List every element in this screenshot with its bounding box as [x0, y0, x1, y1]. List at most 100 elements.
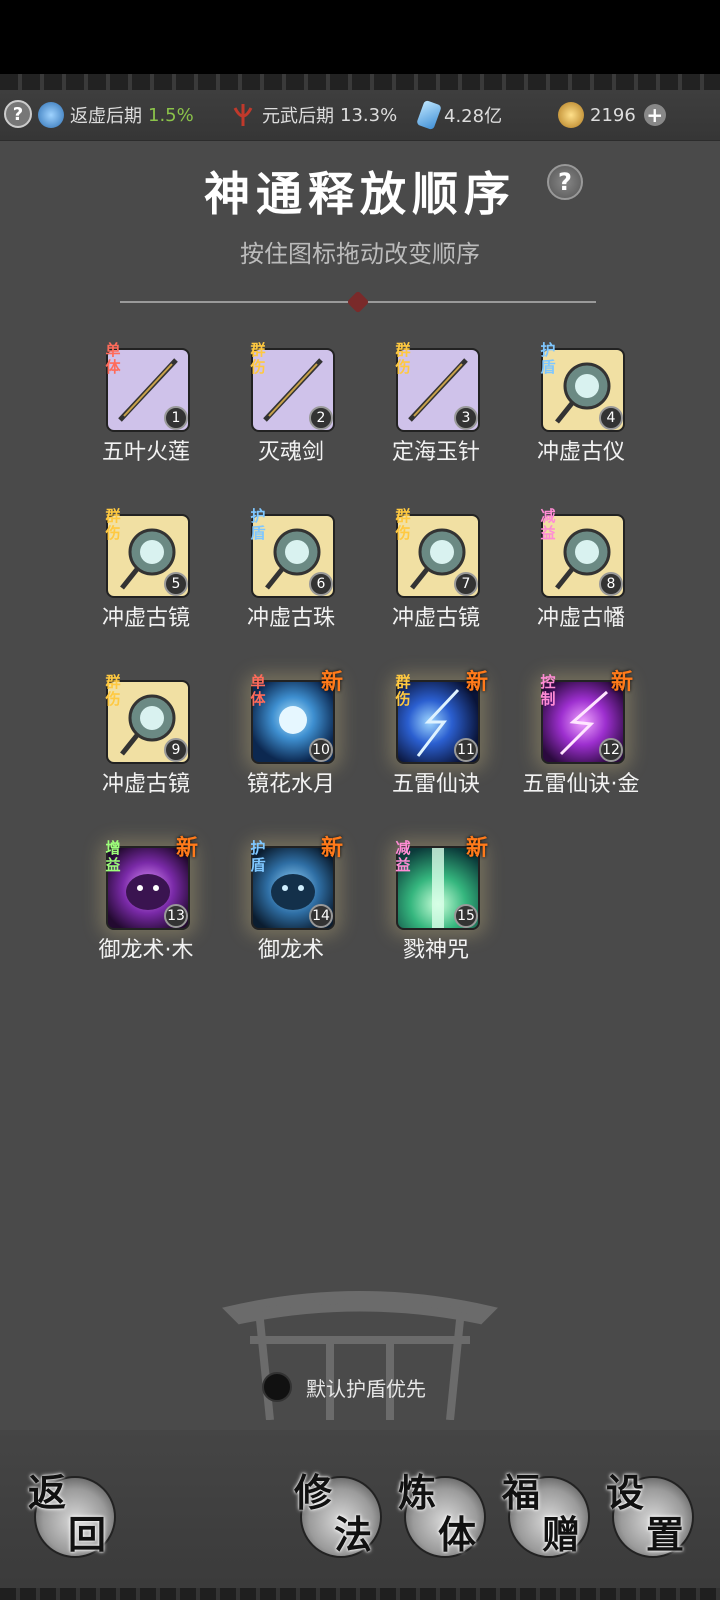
order-number-badge: 13: [164, 904, 188, 928]
skill-type-tag: 群 伤: [250, 341, 266, 376]
skill-type-tag: 减 益: [540, 507, 556, 542]
skill-name: 冲虚古幡: [536, 606, 625, 631]
order-number-badge: 5: [164, 572, 188, 596]
skill-name: 五雷仙诀: [391, 772, 480, 797]
skill-card[interactable]: 单 体 10 新镜花水月: [233, 669, 363, 810]
cultivate-char-2: 法: [334, 1512, 373, 1557]
skill-type-tag: 护 盾: [540, 341, 556, 376]
divider-ornament: [346, 290, 370, 314]
help-icon[interactable]: ?: [4, 100, 32, 128]
skill-name: 御龙术·木: [98, 938, 194, 963]
page-subtitle: 按住图标拖动改变顺序: [240, 240, 480, 268]
skill-card[interactable]: 增 益 13 新御龙术·木: [88, 835, 218, 976]
new-badge: 新: [466, 835, 489, 861]
skill-card[interactable]: 减 益 15 新戮神咒: [378, 835, 508, 976]
order-number-badge: 9: [164, 738, 188, 762]
skill-name: 五雷仙诀·金: [522, 772, 640, 797]
skill-name: 戮神咒: [402, 938, 469, 963]
crystal-value: 4.28亿: [444, 106, 503, 127]
realm2-stat[interactable]: 元武后期 13.3%: [230, 102, 397, 128]
skill-name: 五叶火莲: [101, 440, 190, 465]
order-number-badge: 2: [309, 406, 333, 430]
skill-card[interactable]: 护 盾 4 冲虚古仪: [523, 338, 653, 478]
gift-char-1: 福: [502, 1470, 541, 1515]
skill-name: 定海玉针: [391, 440, 480, 465]
back-button[interactable]: 返 回: [28, 1470, 116, 1558]
settings-char-1: 设: [606, 1470, 645, 1515]
realm2-name: 元武后期: [262, 106, 334, 127]
settings-button[interactable]: 设 置: [606, 1470, 694, 1558]
gift-char-2: 赠: [542, 1512, 581, 1557]
order-number-badge: 11: [454, 738, 478, 762]
shield-priority-toggle[interactable]: 默认护盾优先: [262, 1372, 426, 1402]
refine-char-2: 体: [438, 1512, 477, 1557]
new-badge: 新: [321, 669, 344, 695]
cultivate-char-1: 修: [294, 1470, 333, 1515]
realm2-pct: 13.3%: [340, 104, 398, 126]
skill-type-tag: 单 体: [250, 673, 266, 708]
divider: [120, 290, 596, 314]
cultivate-button[interactable]: 修 法: [294, 1470, 382, 1558]
gift-button[interactable]: 福 赠: [502, 1470, 590, 1558]
new-badge: 新: [611, 669, 634, 695]
skill-type-tag: 护 盾: [250, 839, 266, 874]
skill-type-tag: 群 伤: [105, 673, 121, 708]
help-icon-title[interactable]: ?: [547, 164, 583, 200]
skill-name: 镜花水月: [246, 772, 335, 797]
skill-card[interactable]: 群 伤 5 冲虚古镜: [88, 504, 218, 644]
skill-card[interactable]: 控 制 12 新五雷仙诀·金: [523, 669, 653, 810]
skill-type-tag: 控 制: [540, 673, 556, 708]
order-number-badge: 3: [454, 406, 478, 430]
new-badge: 新: [176, 835, 199, 861]
skill-type-tag: 单 体: [105, 341, 121, 376]
skill-type-tag: 群 伤: [395, 341, 411, 376]
skill-card[interactable]: 群 伤 2 灭魂剑: [233, 338, 363, 478]
add-coin-button[interactable]: +: [643, 103, 666, 127]
cloud-border: [0, 74, 720, 91]
skill-name: 冲虚古仪: [536, 440, 625, 465]
skill-card[interactable]: 群 伤 7 冲虚古镜: [378, 504, 508, 644]
bottom-border: [0, 1588, 720, 1600]
trident-icon: [230, 102, 256, 128]
skill-type-tag: 增 益: [105, 839, 121, 874]
skill-card[interactable]: 单 体 1 五叶火莲: [88, 338, 218, 478]
skill-card[interactable]: 群 伤 3 定海玉针: [378, 338, 508, 478]
order-number-badge: 15: [454, 904, 478, 928]
skill-type-tag: 护 盾: [250, 507, 266, 542]
order-number-badge: 8: [599, 572, 623, 596]
realm1-name: 返虚后期: [70, 106, 142, 127]
skill-card[interactable]: 护 盾 14 新御龙术: [233, 835, 363, 976]
skill-name: 冲虚古镜: [101, 606, 190, 631]
coin-value: 2196: [590, 104, 636, 126]
crystal-stat[interactable]: 4.28亿: [416, 99, 503, 131]
skill-name: 冲虚古珠: [246, 606, 335, 631]
toggle-radio[interactable]: [262, 1372, 292, 1402]
order-number-badge: 4: [599, 406, 623, 430]
skill-card[interactable]: 群 伤 11 新五雷仙诀: [378, 669, 508, 810]
skill-type-tag: 群 伤: [395, 507, 411, 542]
order-number-badge: 14: [309, 904, 333, 928]
skill-type-tag: 减 益: [395, 839, 411, 874]
toggle-label: 默认护盾优先: [306, 1376, 426, 1401]
realm1-pct: 1.5%: [148, 104, 194, 126]
skill-card[interactable]: 群 伤 9 冲虚古镜: [88, 670, 218, 810]
skill-type-tag: 群 伤: [105, 507, 121, 542]
refine-body-button[interactable]: 炼 体: [398, 1470, 486, 1558]
status-bar: ? 返虚后期 1.5% 元武后期 13.3% 4.28亿 2196 +: [0, 90, 720, 141]
crystal-icon: [416, 99, 442, 131]
coin-icon: [558, 102, 584, 128]
coin-stat[interactable]: 2196 +: [558, 102, 666, 128]
skill-name: 冲虚古镜: [101, 772, 190, 797]
order-number-badge: 7: [454, 572, 478, 596]
back-char-1: 返: [28, 1470, 67, 1515]
back-char-2: 回: [68, 1512, 107, 1557]
skill-card[interactable]: 减 益 8 冲虚古幡: [523, 504, 653, 644]
page-title: 神通释放顺序: [204, 167, 516, 221]
refine-char-1: 炼: [398, 1470, 437, 1515]
order-number-badge: 6: [309, 572, 333, 596]
skill-name: 灭魂剑: [257, 440, 324, 465]
order-number-badge: 12: [599, 738, 623, 762]
new-badge: 新: [466, 669, 489, 695]
skill-card[interactable]: 护 盾 6 冲虚古珠: [233, 504, 363, 644]
realm1-stat[interactable]: 返虚后期 1.5%: [38, 102, 194, 128]
